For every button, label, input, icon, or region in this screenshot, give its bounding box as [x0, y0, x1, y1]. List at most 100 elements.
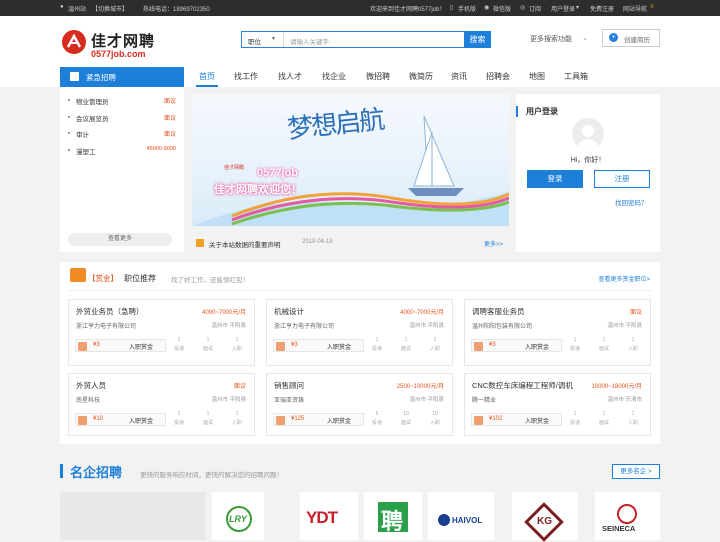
- job-title[interactable]: 外贸业务员（急聘）: [76, 306, 144, 317]
- plus-icon: +: [609, 33, 618, 42]
- greeting: Hi，你好！: [570, 157, 606, 164]
- search-type-select[interactable]: 职位: [248, 36, 261, 46]
- site-nav-link[interactable]: 网站导航: [623, 4, 647, 13]
- job-title[interactable]: CNC数控车床编程工程师/调机: [472, 380, 573, 391]
- list-item[interactable]: 会议展览员 面议: [68, 113, 176, 125]
- job-card[interactable]: 调聘客服业务员 面议 温州阳阳包装有限公司 温州市 平阳县 ¥3 入职赏金 1 投递…: [464, 299, 651, 366]
- tab-find-talent[interactable]: 找人才: [272, 67, 308, 87]
- wechat-link[interactable]: 微信版: [493, 4, 511, 13]
- login-title: 用户登录: [526, 107, 558, 116]
- bullet: [68, 99, 70, 101]
- stat: 1 入职: [429, 337, 440, 352]
- company-logo[interactable]: SEINECA: [595, 492, 660, 540]
- coin-icon: [276, 416, 285, 425]
- bounty-box: ¥3 入职赏金: [75, 339, 166, 352]
- job-title[interactable]: 销售顾问: [274, 380, 304, 391]
- bounty-label: 入职赏金: [327, 419, 352, 425]
- switch-city-link[interactable]: 【切换城市】: [92, 4, 128, 13]
- active-tab-indicator: [196, 85, 218, 87]
- company-name[interactable]: 腾一精业: [472, 395, 496, 404]
- featured-company-placeholder[interactable]: [60, 492, 205, 540]
- job-card[interactable]: CNC数控车床编程工程师/调机 10000~18000元/月 腾一精业 温州市 …: [464, 373, 651, 436]
- notice-link[interactable]: 关于本站数据的重要声明: [209, 239, 281, 249]
- bullet: [68, 132, 70, 134]
- free-register-link[interactable]: 免费注册: [590, 4, 614, 13]
- tab-micro-resume[interactable]: 微简历: [403, 67, 439, 87]
- dropdown-icon: ▾: [576, 5, 580, 11]
- user-login-link[interactable]: 用户登录: [551, 4, 575, 13]
- job-card[interactable]: 外贸人员 面议 南星科技 温州市 平阳县 ¥10 入职赏金 1 投递 1 面试 1 入职: [68, 373, 255, 436]
- bounty-amount: ¥102: [489, 416, 503, 422]
- bounty-label: 入职赏金: [129, 345, 154, 351]
- logo-text[interactable]: 佳才网聘: [91, 30, 155, 51]
- coin-icon: [474, 416, 483, 425]
- job-title[interactable]: 机械设计: [274, 306, 304, 317]
- logo-icon[interactable]: [62, 30, 86, 54]
- job-location: 温州市 乐清市: [607, 397, 642, 403]
- company-logo[interactable]: LRY: [212, 492, 264, 540]
- tab-home[interactable]: 首页: [192, 67, 222, 87]
- job-salary: 面议: [163, 132, 176, 138]
- bounty-label: 入职赏金: [129, 419, 154, 425]
- urgent-hiring-tab[interactable]: 紧急招聘: [60, 67, 184, 87]
- tab-job-fair[interactable]: 招聘会: [480, 67, 516, 87]
- job-card[interactable]: 外贸业务员（急聘） 4000~7000元/月 浙江亨力电子有限公司 温州市 平阳…: [68, 299, 255, 366]
- bounty-box: ¥3 入职赏金: [273, 339, 364, 352]
- company-logo-text: 聘: [381, 509, 404, 534]
- more-companies-button[interactable]: 更多名企 >: [612, 464, 660, 479]
- mobile-link[interactable]: 手机版: [458, 4, 476, 13]
- tab-toolbox[interactable]: 工具箱: [558, 67, 594, 87]
- company-name[interactable]: 浙江亨力电子有限公司: [76, 321, 136, 330]
- job-salary: 面议: [163, 116, 176, 122]
- tab-map[interactable]: 地图: [524, 67, 550, 87]
- welcome-text: 欢迎来到佳才网聘0577job！: [370, 7, 446, 13]
- company-logo[interactable]: KG: [512, 492, 578, 542]
- hotline: 热线电话：18969702350: [143, 7, 210, 13]
- company-name[interactable]: 南星科技: [76, 395, 100, 404]
- notice-icon: [196, 239, 204, 247]
- view-more-button[interactable]: 查看更多: [68, 233, 172, 246]
- job-title[interactable]: 外贸人员: [76, 380, 106, 391]
- famous-subtitle: 更快的服务响应时间，更快的解决您的招聘问题！: [140, 472, 283, 479]
- tab-news[interactable]: 资讯: [446, 67, 472, 87]
- bounty-label: 入职赏金: [327, 345, 352, 351]
- company-logo[interactable]: YDT: [300, 492, 358, 540]
- forgot-password-link[interactable]: 找回密码？: [615, 197, 648, 207]
- register-button[interactable]: 注册: [594, 170, 650, 188]
- login-button[interactable]: 登录: [527, 170, 583, 188]
- bounty-amount: ¥3: [291, 342, 298, 348]
- list-item[interactable]: 漫塑工 ¥6000-8000: [68, 146, 176, 158]
- stat: 1 面试: [598, 411, 609, 426]
- famous-title: 名企招聘: [70, 465, 123, 480]
- banner[interactable]: 梦想启航 佳才网聘 0577job 佳才网聘欢迎您！: [192, 94, 509, 226]
- banner-slogan: 佳才网聘欢迎您！: [214, 184, 302, 196]
- subscribe-link[interactable]: 订阅: [529, 4, 541, 13]
- job-location: 温州市 平阳县: [409, 397, 444, 403]
- job-card[interactable]: 机械设计 4000~7000元/月 浙江亨力电子有限公司 温州市 平阳县 ¥3 入…: [266, 299, 453, 366]
- company-name[interactable]: 温州阳阳包装有限公司: [472, 321, 532, 330]
- more-bounty-link[interactable]: 查看更多赏金职位>: [598, 274, 650, 283]
- stat: 1 面试: [202, 337, 213, 352]
- search-button[interactable]: 搜索: [464, 31, 491, 48]
- company-logo[interactable]: 聘: [364, 492, 422, 540]
- tab-find-company[interactable]: 找企业: [316, 67, 352, 87]
- search-input[interactable]: 请输入关键字: [290, 36, 329, 46]
- tab-micro-recruit[interactable]: 微招聘: [360, 67, 396, 87]
- job-title[interactable]: 调聘客服业务员: [472, 306, 525, 317]
- stat: 1 投递: [569, 411, 580, 426]
- more-search-link[interactable]: 更多搜索功能: [530, 34, 572, 44]
- job-salary: 面议: [233, 384, 246, 390]
- tab-find-job[interactable]: 找工作: [228, 67, 264, 87]
- company-logo[interactable]: HAIVOL: [428, 492, 494, 540]
- job-card[interactable]: 销售顾问 2500~10000元/月 亚瑞亚资铸 温州市 平阳县 ¥125 入职赏…: [266, 373, 453, 436]
- list-item[interactable]: 物业管理员 面议: [68, 96, 176, 108]
- create-resume-button[interactable]: + 创建简历: [602, 29, 660, 47]
- company-name[interactable]: 亚瑞亚资铸: [274, 395, 304, 404]
- notice-more-link[interactable]: 更多>>: [484, 239, 503, 248]
- list-item[interactable]: 审计 面议: [68, 129, 176, 141]
- urgent-hiring-label: 紧急招聘: [86, 73, 116, 82]
- company-name[interactable]: 浙江亨力电子有限公司: [274, 321, 334, 330]
- recommend-subtitle: 找了好工作，还能领红包！: [171, 277, 249, 284]
- header: 佳才网聘 0577job.com 职位 ▾ 请输入关键字 搜索 更多搜索功能 ⌄…: [0, 16, 720, 67]
- bounty-amount: ¥125: [291, 416, 305, 422]
